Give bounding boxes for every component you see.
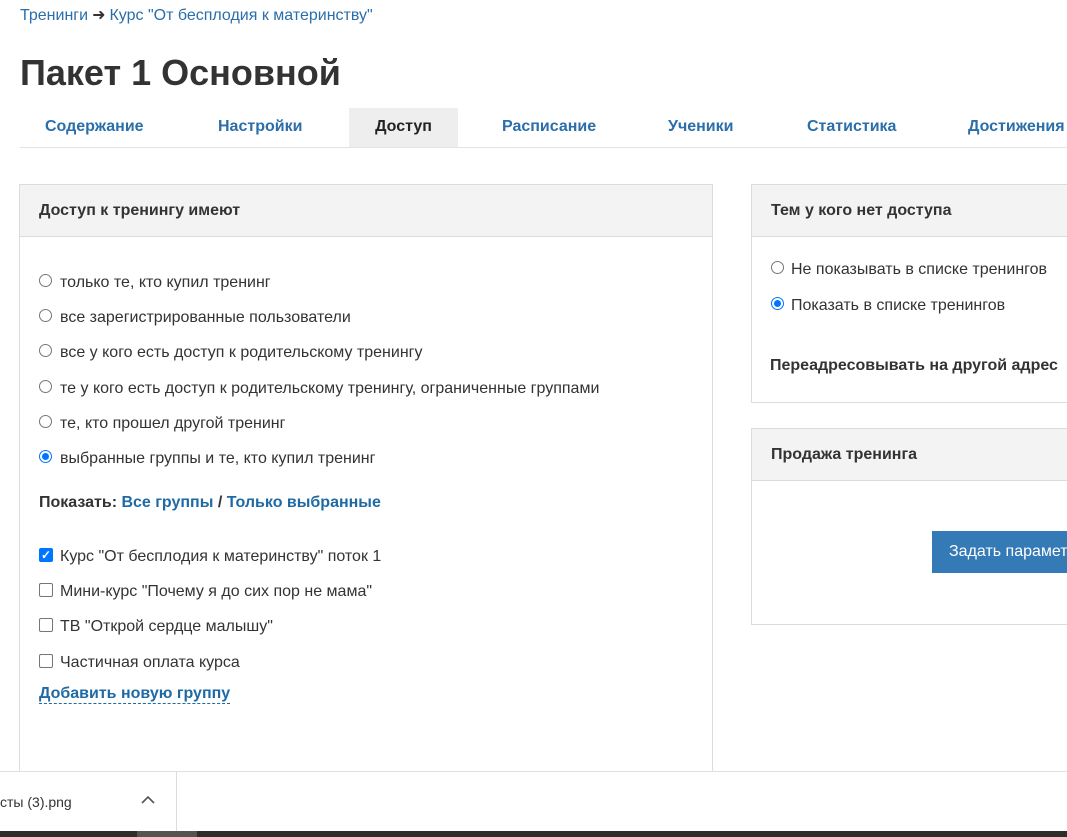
access-radio-purchased[interactable] (39, 274, 52, 287)
access-radio-registered[interactable] (39, 309, 52, 322)
sale-panel: Продажа тренинга (751, 428, 1067, 625)
group-checkbox-course-stream1[interactable]: ✓ (39, 548, 53, 562)
group-checkbox-mini-course[interactable] (39, 583, 53, 597)
taskbar (0, 831, 1067, 837)
access-radio-other-training[interactable] (39, 415, 52, 428)
group-label: Частичная оплата курса (60, 654, 240, 671)
no-access-option-label: Не показывать в списке тренингов (791, 261, 1048, 278)
sale-panel-title: Продажа тренинга (752, 429, 1067, 481)
tab-bar: Содержание Настройки Доступ Расписание У… (20, 108, 1067, 148)
access-radio-parent-groups[interactable] (39, 380, 52, 393)
tab-settings[interactable]: Настройки (218, 108, 302, 147)
access-option-label: те, кто прошел другой тренинг (60, 415, 286, 432)
download-item[interactable]: сты (3).png (0, 772, 177, 832)
show-filter-separator: / (217, 494, 223, 511)
show-selected-groups-link[interactable]: Только выбранные (227, 494, 381, 511)
tab-access[interactable]: Доступ (349, 108, 458, 147)
access-panel-title: Доступ к тренингу имеют (20, 185, 712, 237)
redirect-label: Переадресовывать на другой адрес (770, 357, 1058, 374)
download-bar: сты (3).png (0, 771, 1067, 832)
group-label: Мини-курс "Почему я до сих пор не мама" (60, 583, 373, 600)
breadcrumb-link-course[interactable]: Курс "От бесплодия к материнству" (109, 7, 372, 24)
taskbar-segment (137, 831, 197, 837)
access-radio-parent[interactable] (39, 344, 52, 357)
arrow-right-icon: ➜ (92, 7, 106, 24)
access-option-label: выбранные группы и те, кто купил тренинг (60, 450, 376, 467)
tab-content[interactable]: Содержание (45, 108, 144, 147)
no-access-radio-show[interactable] (771, 297, 784, 310)
show-filter: Показать: Все группы / Только выбранные (39, 494, 381, 512)
group-checkbox-tv[interactable] (39, 618, 53, 632)
show-all-groups-link[interactable]: Все группы (121, 494, 213, 511)
no-access-option-label: Показать в списке тренингов (791, 297, 1006, 314)
access-option-label: все зарегистрированные пользователи (60, 309, 351, 326)
group-label: ТВ "Открой сердце малышу" (60, 618, 273, 635)
no-access-panel-title: Тем у кого нет доступа (752, 185, 1067, 237)
add-group-link[interactable]: Добавить новую группу (39, 685, 231, 704)
show-filter-label: Показать: (39, 494, 118, 511)
tab-schedule[interactable]: Расписание (502, 108, 596, 147)
no-access-radio-hide[interactable] (771, 261, 784, 274)
group-checkbox-partial-payment[interactable] (39, 654, 53, 668)
set-parameters-button[interactable]: Задать параметры (932, 531, 1067, 573)
chevron-up-icon[interactable] (140, 792, 156, 808)
page-title: Пакет 1 Основной (20, 52, 341, 93)
group-label: Курс "От бесплодия к материнству" поток … (60, 548, 382, 565)
access-option-label: все у кого есть доступ к родительскому т… (60, 344, 423, 361)
tab-achievements[interactable]: Достижения (968, 108, 1065, 147)
tab-statistics[interactable]: Статистика (807, 108, 896, 147)
breadcrumb-link-trainings[interactable]: Тренинги (20, 7, 88, 24)
access-radio-selected-groups[interactable] (39, 450, 52, 463)
breadcrumb: Тренинги ➜ Курс "От бесплодия к материнств… (20, 5, 373, 25)
access-option-label: те у кого есть доступ к родительскому тр… (60, 380, 600, 397)
access-option-label: только те, кто купил тренинг (60, 274, 271, 291)
tab-students[interactable]: Ученики (668, 108, 733, 147)
download-file-name: сты (3).png (0, 794, 72, 810)
